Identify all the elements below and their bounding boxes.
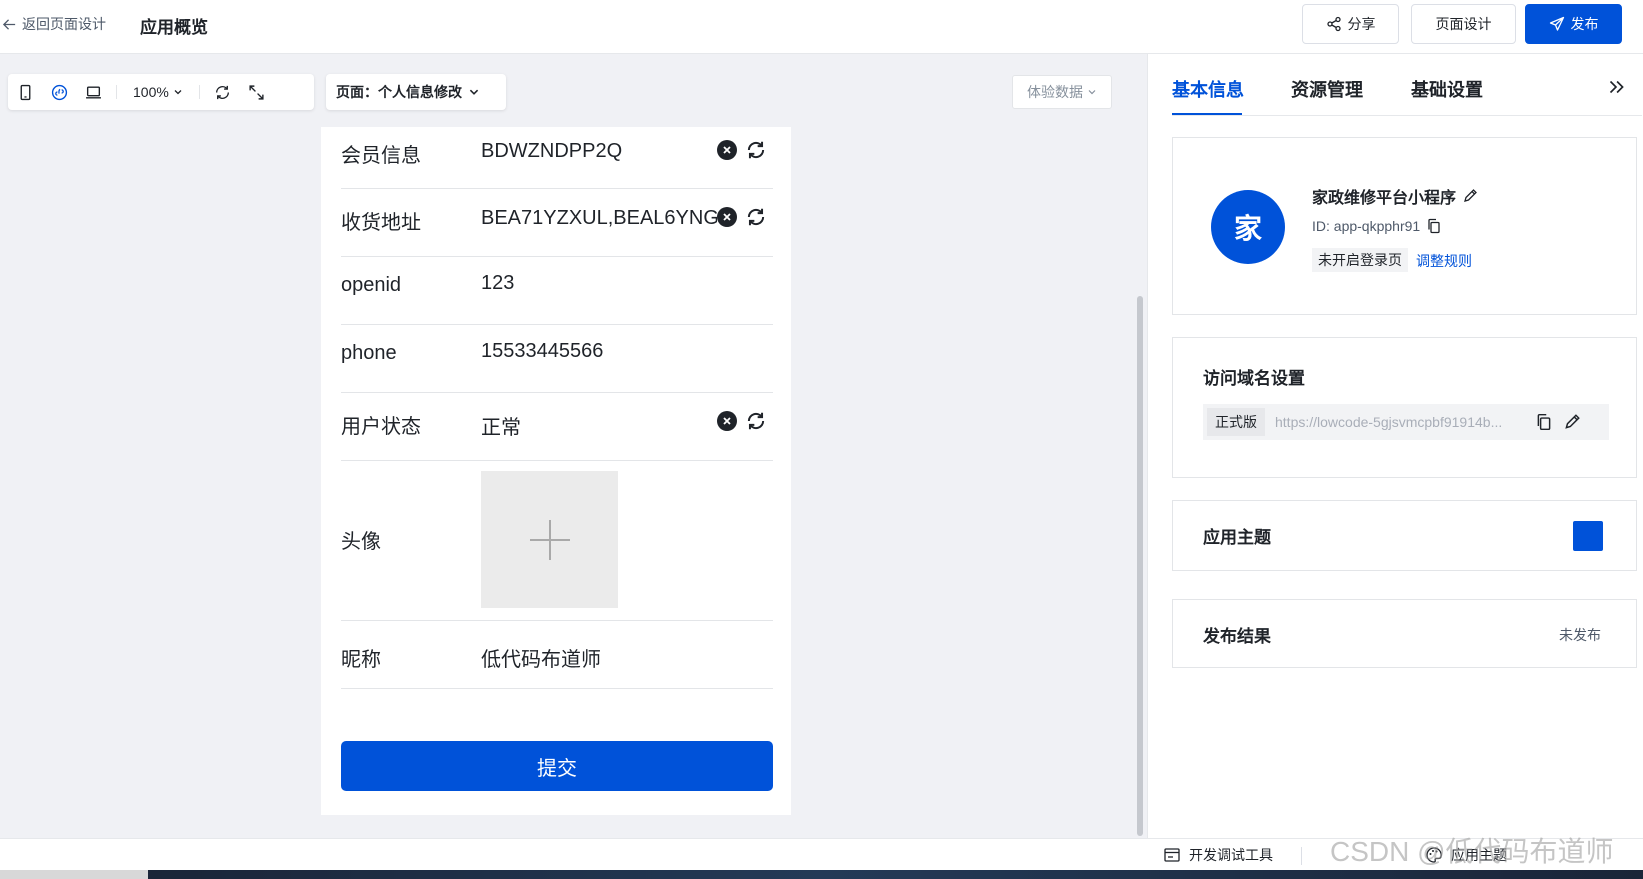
domain-settings-card: 访问域名设置 正式版 https://lowcode-5gjsvmcpbf919…: [1172, 337, 1637, 478]
page-title: 应用概览: [140, 18, 208, 37]
experience-data-label: 体验数据: [1027, 84, 1083, 100]
member-info-field[interactable]: BDWZNDPP2Q: [481, 140, 717, 163]
zoom-value: 100%: [133, 84, 169, 100]
refresh-icon[interactable]: [745, 139, 767, 161]
share-button[interactable]: 分享: [1302, 4, 1399, 44]
share-label: 分享: [1347, 16, 1376, 32]
publish-status: 未发布: [1559, 627, 1601, 643]
dev-tools-button[interactable]: 开发调试工具: [1163, 845, 1273, 865]
plus-icon: [529, 519, 570, 560]
active-tab-indicator: [1172, 113, 1242, 115]
chevron-down-icon: [469, 89, 479, 95]
chevron-down-icon: [1088, 90, 1096, 95]
clear-icon[interactable]: [717, 140, 737, 160]
publish-result-card: 发布结果 未发布: [1172, 599, 1637, 668]
avatar-upload[interactable]: [481, 471, 618, 608]
copy-icon[interactable]: [1426, 218, 1442, 234]
form-label: 会员信息: [341, 145, 421, 167]
copy-icon[interactable]: [1535, 413, 1553, 431]
page-design-label: 页面设计: [1435, 16, 1492, 32]
card-title: 访问域名设置: [1203, 369, 1305, 388]
refresh-preview-icon[interactable]: [206, 74, 240, 110]
tab-basic-settings[interactable]: 基础设置: [1411, 76, 1483, 102]
form-row-avatar: 头像: [341, 461, 773, 621]
fullscreen-icon[interactable]: [240, 74, 274, 110]
arrow-left-icon: [2, 18, 16, 30]
app-id: ID: app-qkpphr91: [1312, 218, 1442, 234]
app-avatar: 家: [1211, 190, 1285, 264]
clear-icon[interactable]: [717, 207, 737, 227]
os-taskbar: [0, 870, 1643, 879]
phone-field[interactable]: 15533445566: [481, 340, 717, 363]
card-title: 应用主题: [1203, 528, 1271, 547]
nickname-field[interactable]: 低代码布道师: [481, 643, 717, 672]
toolbar-divider: [116, 85, 117, 99]
mobile-view-icon[interactable]: [8, 74, 42, 110]
app-info-card: 家 家政维修平台小程序 ID: app-qkpphr91 未开启登录页 调整规则: [1172, 137, 1637, 315]
chevron-down-icon: [174, 90, 182, 95]
tab-resource-management[interactable]: 资源管理: [1291, 76, 1363, 102]
refresh-icon[interactable]: [745, 410, 767, 432]
experience-data-select[interactable]: 体验数据: [1012, 75, 1112, 109]
form-row-user-status: 用户状态 正常: [341, 393, 773, 461]
share-icon: [1326, 16, 1341, 32]
right-panel: 基本信息 资源管理 基础设置 家 家政维修平台小程序 ID: app-qkpph…: [1147, 54, 1643, 839]
phone-preview: 会员信息 BDWZNDPP2Q 收货地址 BEA71YZXUL,BEAL6YNG…: [321, 127, 791, 815]
theme-color-swatch[interactable]: [1573, 521, 1603, 551]
card-title: 发布结果: [1203, 627, 1271, 646]
canvas-scrollbar[interactable]: [1137, 296, 1143, 836]
domain-row: 正式版 https://lowcode-5gjsvmcpbf91914b...: [1203, 404, 1609, 440]
form-label: 用户状态: [341, 416, 421, 438]
page-select-value: 个人信息修改: [378, 84, 462, 100]
tab-basic-info[interactable]: 基本信息: [1172, 76, 1244, 102]
openid-field[interactable]: 123: [481, 272, 717, 295]
publish-label: 发布: [1570, 16, 1599, 32]
form-row-address: 收货地址 BEA71YZXUL,BEAL6YNG: [341, 189, 773, 257]
form-label: 昵称: [341, 649, 381, 671]
watermark: CSDN @低代码布道师: [1330, 836, 1614, 867]
form-label: phone: [341, 342, 397, 364]
app-name-text: 家政维修平台小程序: [1312, 190, 1457, 207]
page-select-prefix: 页面：: [336, 84, 378, 100]
form-label: 头像: [341, 531, 381, 553]
edit-icon[interactable]: [1563, 413, 1581, 431]
form-row-openid: openid 123: [341, 257, 773, 325]
form-row-member-info: 会员信息 BDWZNDPP2Q: [341, 127, 773, 189]
top-header: 返回页面设计 应用概览 分享 页面设计 发布: [0, 0, 1643, 54]
app-id-text: ID: app-qkpphr91: [1312, 218, 1421, 234]
tabs-divider: [1172, 115, 1642, 116]
back-link-label: 返回页面设计: [22, 16, 106, 32]
bottom-divider: [1301, 847, 1302, 865]
address-field[interactable]: BEA71YZXUL,BEAL6YNG: [481, 207, 717, 230]
publish-button[interactable]: 发布: [1525, 4, 1622, 44]
double-chevron-right-icon[interactable]: [1605, 76, 1627, 98]
page-select[interactable]: 页面： 个人信息修改: [326, 74, 506, 110]
env-badge: 正式版: [1207, 408, 1265, 436]
form-label: 收货地址: [341, 212, 421, 234]
page-design-button[interactable]: 页面设计: [1411, 4, 1516, 44]
submit-button[interactable]: 提交: [341, 741, 773, 791]
login-status-badge: 未开启登录页: [1312, 248, 1408, 272]
adjust-rules-link[interactable]: 调整规则: [1416, 251, 1472, 271]
user-status-field[interactable]: 正常: [481, 411, 717, 440]
form-row-nickname: 昵称 低代码布道师: [341, 621, 773, 689]
zoom-select[interactable]: 100%: [123, 84, 193, 100]
form-row-phone: phone 15533445566: [341, 325, 773, 393]
form-label: openid: [341, 274, 402, 296]
app-theme-card: 应用主题: [1172, 500, 1637, 571]
domain-url[interactable]: https://lowcode-5gjsvmcpbf91914b...: [1275, 414, 1525, 430]
canvas-toolbar: 100%: [8, 74, 314, 110]
desktop-view-icon[interactable]: [76, 74, 110, 110]
app-name: 家政维修平台小程序: [1312, 184, 1478, 208]
refresh-icon[interactable]: [745, 206, 767, 228]
console-icon: [1164, 848, 1180, 862]
dev-tools-label: 开发调试工具: [1189, 847, 1273, 863]
clear-icon[interactable]: [717, 411, 737, 431]
send-icon: [1549, 16, 1564, 31]
mini-program-view-icon[interactable]: [42, 74, 76, 110]
toolbar-divider: [198, 85, 200, 99]
edit-icon[interactable]: [1462, 188, 1478, 204]
back-to-page-design-link[interactable]: 返回页面设计: [2, 14, 106, 34]
